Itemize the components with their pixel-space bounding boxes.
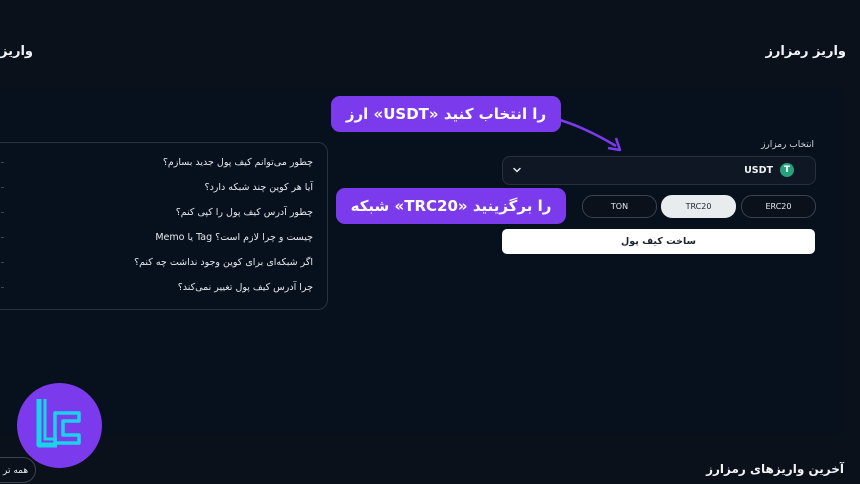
tether-icon: T xyxy=(780,163,794,177)
faq-bullet xyxy=(1,187,4,188)
coin-value: USDT xyxy=(744,165,773,176)
network-trc20-button[interactable]: TRC20 xyxy=(661,195,736,218)
faq-item[interactable]: اگر شبکه‌ای برای کوین وجود نداشت چه کنم؟ xyxy=(134,257,313,268)
faq-item[interactable]: آیا هر کوین چند شبکه دارد؟ xyxy=(205,182,313,193)
chevron-down-icon xyxy=(513,167,521,173)
callout-select-network: شبکه «TRC20» را برگزینید xyxy=(336,188,566,224)
faq-bullet xyxy=(1,162,4,163)
faq-bullet xyxy=(1,287,4,288)
faq-bullet xyxy=(1,262,4,263)
network-erc20-button[interactable]: ERC20 xyxy=(741,195,816,218)
faq-box: چطور می‌توانم کیف پول جدید بسازم؟ آیا هر… xyxy=(0,142,328,310)
faq-item[interactable]: چطور می‌توانم کیف پول جدید بسازم؟ xyxy=(163,157,313,168)
faq-bullet xyxy=(1,237,4,238)
arrow-icon xyxy=(559,118,622,152)
brand-logo xyxy=(17,383,102,468)
faq-bullet xyxy=(1,212,4,213)
logo-icon xyxy=(36,399,81,448)
page-title: واریز رمزارز xyxy=(765,44,846,59)
coin-select-label: انتخاب رمزارز xyxy=(761,140,814,150)
faq-item[interactable]: Memo یا Tag چیست و چرا لازم است؟ xyxy=(155,232,313,243)
create-wallet-button[interactable]: ساخت کیف پول xyxy=(502,229,815,254)
callout-select-coin: ارز «USDT» را انتخاب کنید xyxy=(331,96,561,132)
page-title-left: واریز xyxy=(0,44,33,59)
faq-item[interactable]: چرا آدرس کیف پول تغییر نمی‌کند؟ xyxy=(178,282,313,293)
recent-deposits-title: آخرین واریزهای رمزارز xyxy=(706,462,844,476)
network-ton-button[interactable]: TON xyxy=(582,195,657,218)
coin-select[interactable]: USDT T xyxy=(502,156,816,185)
faq-item[interactable]: چطور آدرس کیف پول را کپی کنم؟ xyxy=(176,207,313,218)
